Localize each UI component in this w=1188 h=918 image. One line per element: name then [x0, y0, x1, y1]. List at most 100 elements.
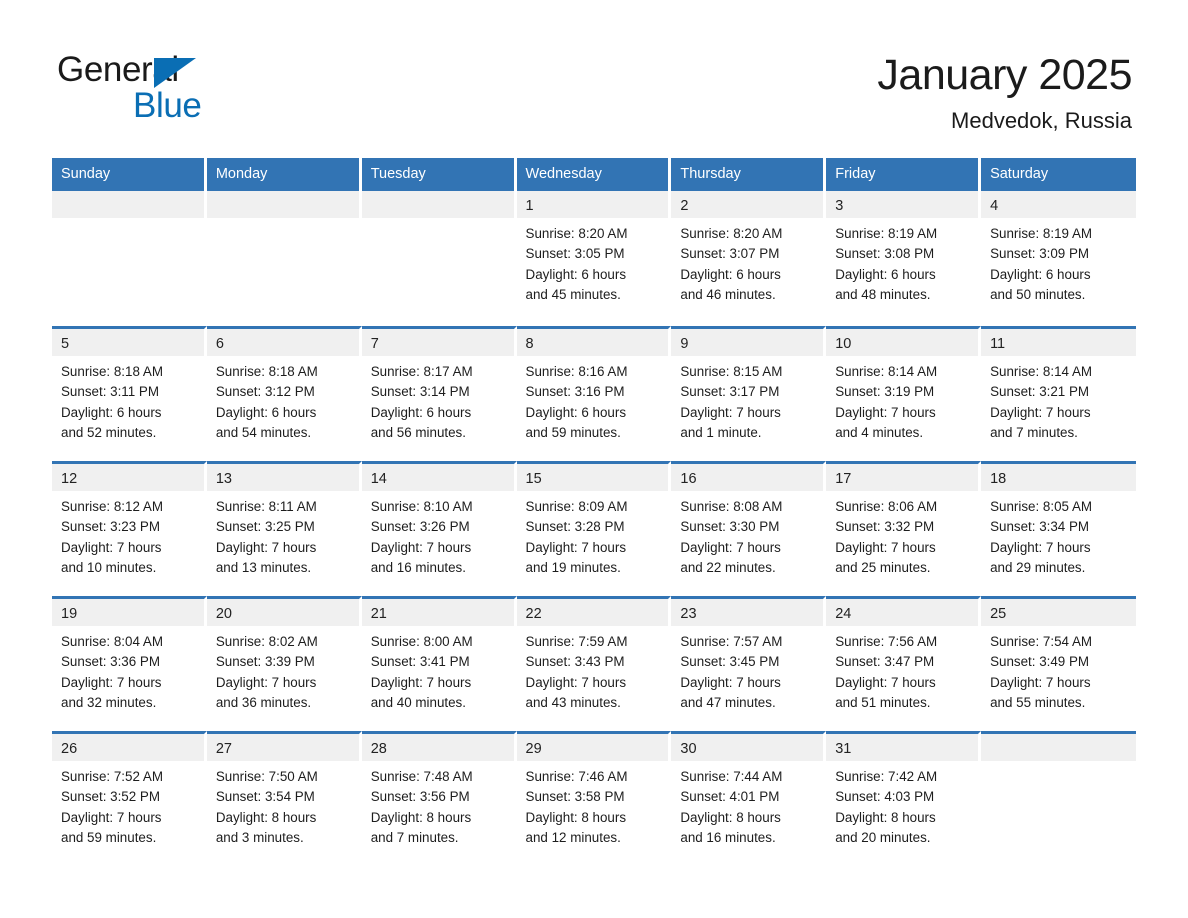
daylight-duration-line1: Daylight: 7 hours: [61, 809, 162, 825]
calendar-week-row: 26 Sunrise: 7:52 AM Sunset: 3:52 PM Dayligh…: [52, 731, 1136, 866]
calendar-day-cell[interactable]: 26 Sunrise: 7:52 AM Sunset: 3:52 PM Dayligh…: [52, 731, 207, 866]
daylight-duration-line2: and 13 minutes.: [215, 559, 312, 575]
calendar-day-cell[interactable]: 25 Sunrise: 7:54 AM Sunset: 3:49 PM Dayligh…: [981, 596, 1136, 731]
calendar-day-cell[interactable]: 4 Sunrise: 8:19 AM Sunset: 3:09 PM Daylight…: [981, 191, 1136, 326]
calendar-day-cell[interactable]: 22 Sunrise: 7:59 AM Sunset: 3:43 PM Dayligh…: [516, 596, 672, 731]
day-number: 9: [671, 329, 824, 356]
calendar-day-cell[interactable]: 12 Sunrise: 8:12 AM Sunset: 3:23 PM Dayligh…: [52, 461, 207, 596]
sunset-time: Sunset: 3:56 PM: [370, 789, 470, 805]
daylight-duration-line1: Daylight: 6 hours: [215, 404, 317, 420]
sunset-time: Sunset: 3:39 PM: [215, 654, 315, 670]
calendar-day-cell[interactable]: 9 Sunrise: 8:15 AM Sunset: 3:17 PM Daylight…: [671, 326, 827, 461]
day-details: Sunrise: 8:04 AM Sunset: 3:36 PM Daylight:…: [52, 626, 204, 713]
sunset-time: Sunset: 3:08 PM: [835, 246, 935, 262]
calendar-day-cell[interactable]: 24 Sunrise: 7:56 AM Sunset: 3:47 PM Dayligh…: [826, 596, 982, 731]
calendar-day-cell[interactable]: 16 Sunrise: 8:08 AM Sunset: 3:30 PM Dayligh…: [671, 461, 827, 596]
daylight-duration-line1: Daylight: 6 hours: [525, 404, 627, 420]
sunset-time: Sunset: 3:30 PM: [680, 519, 780, 535]
day-number: 17: [826, 464, 979, 491]
daylight-duration-line2: and 48 minutes.: [835, 286, 931, 302]
daylight-duration-line1: Daylight: 7 hours: [835, 674, 936, 690]
day-number: [981, 734, 1136, 761]
daylight-duration-line1: Daylight: 7 hours: [215, 539, 317, 555]
day-details: Sunrise: 8:17 AM Sunset: 3:14 PM Daylight:…: [362, 356, 514, 443]
calendar-day-cell[interactable]: 8 Sunrise: 8:16 AM Sunset: 3:16 PM Daylight…: [516, 326, 672, 461]
day-number: 10: [826, 329, 979, 356]
calendar-day-cell[interactable]: 2 Sunrise: 8:20 AM Sunset: 3:07 PM Daylight…: [671, 191, 827, 326]
daylight-duration-line2: and 4 minutes.: [835, 424, 924, 440]
daylight-duration-line2: and 52 minutes.: [61, 424, 157, 440]
calendar-day-cell[interactable]: 3 Sunrise: 8:19 AM Sunset: 3:08 PM Daylight…: [826, 191, 982, 326]
calendar-day-cell[interactable]: 15 Sunrise: 8:09 AM Sunset: 3:28 PM Dayligh…: [516, 461, 672, 596]
sunset-time: Sunset: 3:23 PM: [61, 519, 160, 535]
calendar-day-cell[interactable]: 13 Sunrise: 8:11 AM Sunset: 3:25 PM Dayligh…: [206, 461, 362, 596]
sunset-time: Sunset: 3:09 PM: [990, 246, 1090, 262]
sunrise-time: Sunrise: 8:11 AM: [215, 499, 317, 514]
calendar-day-cell[interactable]: 21 Sunrise: 8:00 AM Sunset: 3:41 PM Dayligh…: [361, 596, 517, 731]
daylight-duration-line2: and 50 minutes.: [990, 286, 1086, 302]
daylight-duration-line2: and 36 minutes.: [215, 694, 312, 710]
day-details: Sunrise: 8:12 AM Sunset: 3:23 PM Daylight:…: [52, 491, 204, 578]
day-number: 12: [52, 464, 204, 491]
day-details: Sunrise: 7:42 AM Sunset: 4:03 PM Daylight:…: [826, 761, 978, 848]
calendar-day-cell[interactable]: 7 Sunrise: 8:17 AM Sunset: 3:14 PM Daylight…: [361, 326, 517, 461]
day-number: 30: [671, 734, 824, 761]
daylight-duration-line1: Daylight: 7 hours: [990, 674, 1091, 690]
day-number: 19: [52, 599, 204, 626]
daylight-duration-line2: and 7 minutes.: [990, 424, 1078, 440]
day-details: Sunrise: 8:00 AM Sunset: 3:41 PM Daylight:…: [362, 626, 514, 713]
daylight-duration-line2: and 1 minute.: [680, 424, 762, 440]
sunrise-time: Sunrise: 7:56 AM: [835, 634, 938, 649]
day-details: Sunrise: 8:18 AM Sunset: 3:12 PM Daylight:…: [207, 356, 359, 443]
sunset-time: Sunset: 3:12 PM: [215, 384, 315, 400]
sunset-time: Sunset: 3:34 PM: [990, 519, 1090, 535]
calendar-day-cell[interactable]: 23 Sunrise: 7:57 AM Sunset: 3:45 PM Dayligh…: [671, 596, 827, 731]
logo-text-blue: Blue: [133, 86, 202, 125]
calendar-day-cell[interactable]: 30 Sunrise: 7:44 AM Sunset: 4:01 PM Dayligh…: [671, 731, 827, 866]
daylight-duration-line1: Daylight: 8 hours: [370, 809, 472, 825]
day-number: 25: [981, 599, 1136, 626]
calendar-day-cell[interactable]: 31 Sunrise: 7:42 AM Sunset: 4:03 PM Dayligh…: [826, 731, 982, 866]
calendar-week-row: 5 Sunrise: 8:18 AM Sunset: 3:11 PM Daylight…: [52, 326, 1136, 461]
daylight-duration-line2: and 51 minutes.: [835, 694, 931, 710]
daylight-duration-line1: Daylight: 7 hours: [525, 539, 627, 555]
daylight-duration-line2: and 22 minutes.: [680, 559, 776, 575]
calendar-day-cell[interactable]: 11 Sunrise: 8:14 AM Sunset: 3:21 PM Dayligh…: [981, 326, 1136, 461]
sunrise-time: Sunrise: 7:42 AM: [835, 769, 938, 784]
calendar-day-cell[interactable]: 1 Sunrise: 8:20 AM Sunset: 3:05 PM Daylight…: [516, 191, 672, 326]
day-details: Sunrise: 7:59 AM Sunset: 3:43 PM Daylight:…: [517, 626, 669, 713]
sunrise-time: Sunrise: 8:18 AM: [61, 364, 163, 379]
daylight-duration-line2: and 12 minutes.: [525, 829, 621, 845]
calendar-day-cell[interactable]: 10 Sunrise: 8:14 AM Sunset: 3:19 PM Dayligh…: [826, 326, 982, 461]
sunrise-time: Sunrise: 8:14 AM: [835, 364, 938, 379]
daylight-duration-line1: Daylight: 7 hours: [680, 539, 781, 555]
calendar-day-cell[interactable]: 5 Sunrise: 8:18 AM Sunset: 3:11 PM Daylight…: [52, 326, 207, 461]
calendar-day-cell[interactable]: 29 Sunrise: 7:46 AM Sunset: 3:58 PM Dayligh…: [516, 731, 672, 866]
sunrise-time: Sunrise: 7:44 AM: [680, 769, 783, 784]
sunset-time: Sunset: 3:25 PM: [215, 519, 315, 535]
calendar-day-cell[interactable]: 27 Sunrise: 7:50 AM Sunset: 3:54 PM Dayligh…: [206, 731, 362, 866]
calendar-day-cell[interactable]: 20 Sunrise: 8:02 AM Sunset: 3:39 PM Dayligh…: [206, 596, 362, 731]
calendar-week-row: 1 Sunrise: 8:20 AM Sunset: 3:05 PM Daylight…: [52, 191, 1136, 326]
sunrise-time: Sunrise: 8:05 AM: [990, 499, 1093, 514]
day-number: [206, 191, 359, 218]
daylight-duration-line2: and 59 minutes.: [61, 829, 157, 845]
calendar-day-cell[interactable]: 19 Sunrise: 8:04 AM Sunset: 3:36 PM Dayligh…: [52, 596, 207, 731]
weekday-header-sunday: Sunday: [52, 158, 207, 191]
calendar-day-cell[interactable]: 14 Sunrise: 8:10 AM Sunset: 3:26 PM Dayligh…: [361, 461, 517, 596]
sunrise-time: Sunrise: 8:14 AM: [990, 364, 1093, 379]
daylight-duration-line1: Daylight: 6 hours: [370, 404, 472, 420]
page-header: General Blue January 2025 Medvedok, Russ…: [0, 0, 1188, 145]
sunset-time: Sunset: 3:58 PM: [525, 789, 625, 805]
sunset-time: Sunset: 3:26 PM: [370, 519, 470, 535]
calendar-day-cell[interactable]: 18 Sunrise: 8:05 AM Sunset: 3:34 PM Dayligh…: [981, 461, 1136, 596]
daylight-duration-line1: Daylight: 8 hours: [215, 809, 317, 825]
sunrise-time: Sunrise: 7:52 AM: [61, 769, 163, 784]
calendar-day-cell[interactable]: 28 Sunrise: 7:48 AM Sunset: 3:56 PM Dayligh…: [361, 731, 517, 866]
day-number: 26: [52, 734, 204, 761]
sunrise-time: Sunrise: 8:12 AM: [61, 499, 163, 514]
calendar-day-cell[interactable]: 17 Sunrise: 8:06 AM Sunset: 3:32 PM Dayligh…: [826, 461, 982, 596]
sunrise-time: Sunrise: 7:46 AM: [525, 769, 628, 784]
calendar-day-cell[interactable]: 6 Sunrise: 8:18 AM Sunset: 3:12 PM Daylight…: [206, 326, 362, 461]
sunset-time: Sunset: 3:17 PM: [680, 384, 780, 400]
